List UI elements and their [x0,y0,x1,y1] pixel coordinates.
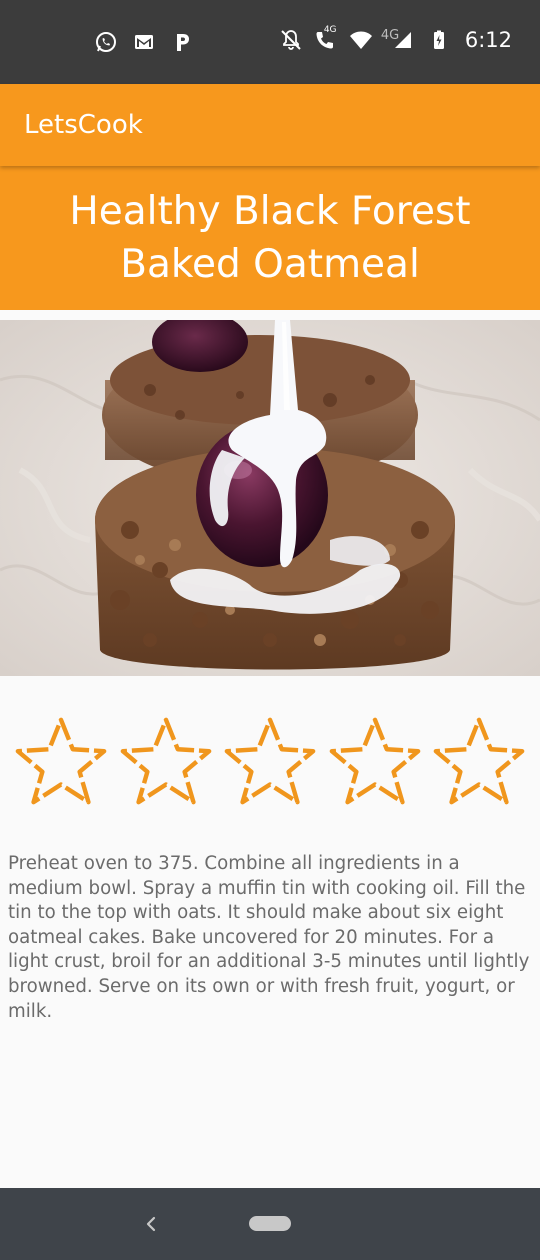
star-3-icon[interactable] [221,712,319,810]
back-chevron-icon[interactable] [140,1210,160,1238]
status-time: 6:12 [464,28,512,52]
status-bar: 4G 4G 6:12 [0,0,540,84]
star-1-icon[interactable] [12,712,110,810]
recipe-title-banner: Healthy Black Forest Baked Oatmeal [0,166,540,310]
volte-call-icon: 4G [313,25,339,52]
paypal-icon [177,34,189,51]
battery-charging-icon [433,30,444,49]
star-2-icon[interactable] [117,712,215,810]
volte-label: 4G [323,25,337,35]
whatsapp-icon [96,32,116,52]
wifi-icon [349,31,372,49]
recipe-image [0,320,540,676]
gmail-icon [135,35,153,49]
notifications-off-icon [281,30,301,50]
star-5-icon[interactable] [430,712,528,810]
cherry-oatmeal-cup-photo [0,320,540,676]
star-4-icon[interactable] [326,712,424,810]
status-notifications [94,30,194,54]
recipe-title: Healthy Black Forest Baked Oatmeal [69,189,471,287]
app-title: LetsCook [24,110,143,140]
signal-4g-icon: 4G [381,28,417,52]
recipe-instructions: Preheat oven to 375. Combine all ingredi… [8,853,530,1022]
app-bar: LetsCook [0,84,540,166]
rating-bar[interactable] [10,712,530,812]
status-system-icons: 4G 4G 6:12 [279,25,512,52]
home-pill-icon[interactable] [249,1216,291,1231]
